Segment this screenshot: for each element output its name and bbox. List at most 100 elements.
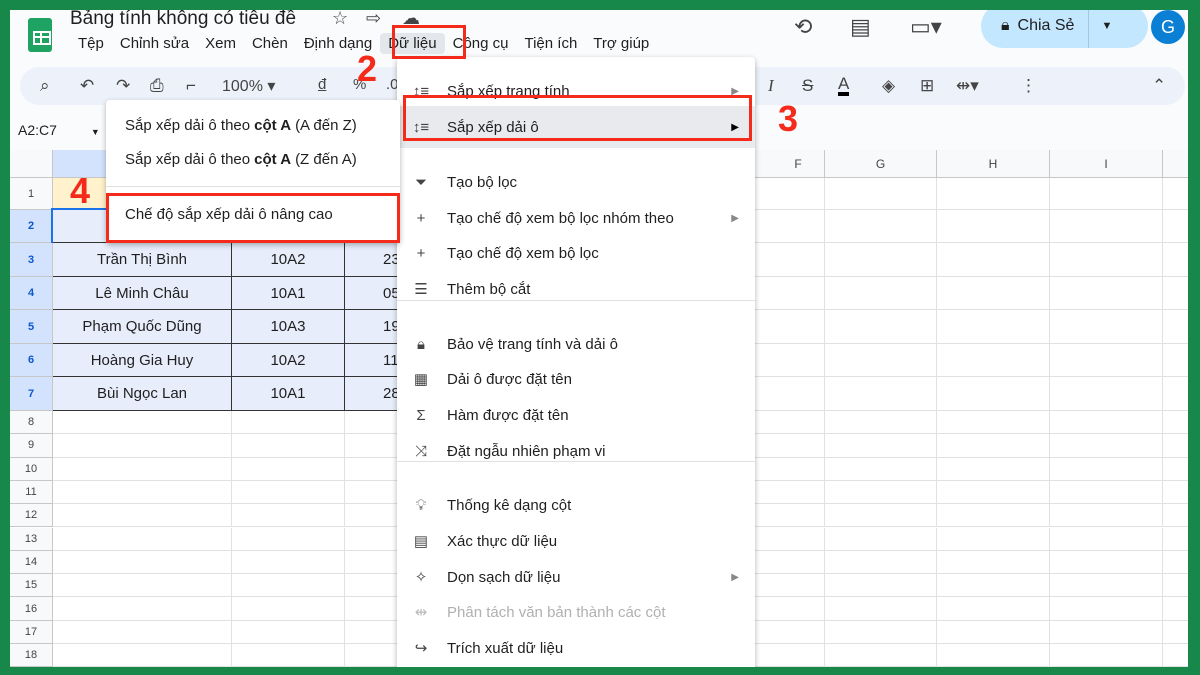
cell[interactable] (1163, 457, 1188, 481)
row-header[interactable]: 3 (10, 243, 53, 277)
row-header[interactable]: 4 (10, 277, 53, 310)
row-header[interactable]: 11 (10, 480, 53, 505)
cell[interactable] (937, 210, 1050, 243)
row-header[interactable]: 6 (10, 344, 53, 377)
row-header[interactable]: 12 (10, 504, 53, 528)
cell[interactable] (825, 550, 937, 575)
cell[interactable] (937, 644, 1050, 667)
cell[interactable] (53, 574, 232, 598)
data-menu-item[interactable]: ↪ Trích xuất dữ liệu (397, 631, 755, 665)
cell[interactable] (825, 243, 937, 277)
cell[interactable] (1050, 550, 1163, 575)
menu-file[interactable]: Tệp (70, 33, 112, 54)
cell[interactable] (1163, 644, 1188, 667)
cell[interactable] (937, 344, 1050, 377)
cell[interactable] (825, 377, 937, 411)
merge-cells-icon[interactable]: ⇹▾ (956, 76, 979, 96)
cell[interactable] (937, 178, 1050, 210)
cell[interactable] (232, 527, 345, 551)
row-header[interactable]: 17 (10, 620, 53, 644)
share-dropdown-icon[interactable]: ▼ (1101, 20, 1112, 32)
cell[interactable] (825, 597, 937, 621)
menu-edit[interactable]: Chỉnh sửa (112, 33, 197, 54)
cell[interactable] (1163, 243, 1188, 277)
cell[interactable] (1050, 457, 1163, 481)
cell[interactable] (1050, 277, 1163, 310)
data-menu-item[interactable]: ⏷ Tạo bộ lọc (397, 165, 755, 199)
cell[interactable] (937, 377, 1050, 411)
cell[interactable] (1050, 310, 1163, 344)
data-menu-item[interactable]: ▤ Xác thực dữ liệu (397, 524, 755, 558)
cell[interactable] (1050, 243, 1163, 277)
sort-a-to-z[interactable]: Sắp xếp dải ô theo cột A (A đến Z) (106, 108, 400, 142)
cell[interactable] (1163, 310, 1188, 344)
menu-insert[interactable]: Chèn (244, 33, 296, 54)
data-menu-item[interactable]: ☰ Thêm bộ cắt (397, 272, 755, 306)
cell[interactable] (1163, 504, 1188, 528)
fill-color-icon[interactable]: ◈ (882, 76, 895, 96)
row-header[interactable]: 18 (10, 644, 53, 667)
star-icon[interactable]: ☆ (332, 10, 348, 29)
cell[interactable] (1163, 377, 1188, 411)
cell[interactable] (53, 527, 232, 551)
cell[interactable] (937, 504, 1050, 528)
cell[interactable] (1163, 178, 1188, 210)
cell[interactable] (1163, 480, 1188, 505)
cell[interactable] (825, 210, 937, 243)
cell[interactable] (1050, 597, 1163, 621)
cell[interactable] (825, 527, 937, 551)
currency-format[interactable]: đ (318, 76, 326, 93)
cell[interactable] (1050, 620, 1163, 644)
document-title[interactable]: Bảng tính không có tiêu đề (70, 10, 296, 30)
cell[interactable] (1050, 377, 1163, 411)
row-header[interactable]: 14 (10, 550, 53, 575)
row-header[interactable]: 2 (10, 210, 53, 243)
row-header[interactable]: 1 (10, 178, 53, 210)
italic-icon[interactable]: I (768, 76, 774, 96)
cell[interactable] (232, 504, 345, 528)
cell[interactable] (53, 597, 232, 621)
cell[interactable] (937, 434, 1050, 458)
cell[interactable] (825, 574, 937, 598)
column-header-j[interactable] (1163, 150, 1188, 178)
cell[interactable] (825, 310, 937, 344)
move-folder-icon[interactable]: ⇨ (366, 10, 381, 29)
row-header[interactable]: 10 (10, 457, 53, 481)
data-menu-item[interactable]: ▦ Dải ô được đặt tên (397, 362, 755, 396)
cell[interactable] (1163, 411, 1188, 435)
cell[interactable]: Lê Minh Châu (53, 277, 232, 310)
data-menu-item[interactable]: + Tạo chế độ xem bộ lọc nhóm theo ▶ (397, 201, 755, 235)
cell[interactable] (825, 277, 937, 310)
data-menu-item[interactable]: 🔒︎ Bảo vệ trang tính và dải ô (397, 327, 755, 361)
cell[interactable] (1050, 411, 1163, 435)
text-color-icon[interactable]: A (838, 75, 850, 96)
cell[interactable] (232, 457, 345, 481)
collapse-icon[interactable]: ⌃ (1152, 76, 1166, 96)
data-menu-item[interactable]: ⤨ Đặt ngẫu nhiên phạm vi (397, 434, 755, 468)
cell[interactable] (937, 620, 1050, 644)
data-menu-item[interactable]: 💡︎ Thống kê dạng cột (397, 488, 755, 522)
cell[interactable] (232, 411, 345, 435)
cell[interactable] (825, 178, 937, 210)
select-all-corner[interactable] (10, 150, 53, 178)
cell[interactable]: 10A1 (232, 377, 345, 411)
cell[interactable] (937, 310, 1050, 344)
cell[interactable] (232, 480, 345, 505)
cell[interactable]: 10A2 (232, 344, 345, 377)
cell[interactable] (1050, 210, 1163, 243)
cell[interactable]: Trần Thị Bình (53, 243, 232, 277)
avatar[interactable]: G (1151, 10, 1185, 44)
cell[interactable] (1050, 434, 1163, 458)
cell[interactable] (232, 597, 345, 621)
cell[interactable] (1163, 574, 1188, 598)
cell[interactable]: 10A3 (232, 310, 345, 344)
cell[interactable] (825, 434, 937, 458)
cell[interactable] (232, 574, 345, 598)
print-icon[interactable]: ⎙ (150, 76, 164, 96)
column-header-i[interactable]: I (1050, 150, 1163, 178)
row-header[interactable]: 7 (10, 377, 53, 411)
search-icon[interactable]: ⌕ (40, 76, 50, 96)
cell[interactable] (937, 597, 1050, 621)
cell[interactable] (1050, 527, 1163, 551)
cell[interactable] (53, 411, 232, 435)
